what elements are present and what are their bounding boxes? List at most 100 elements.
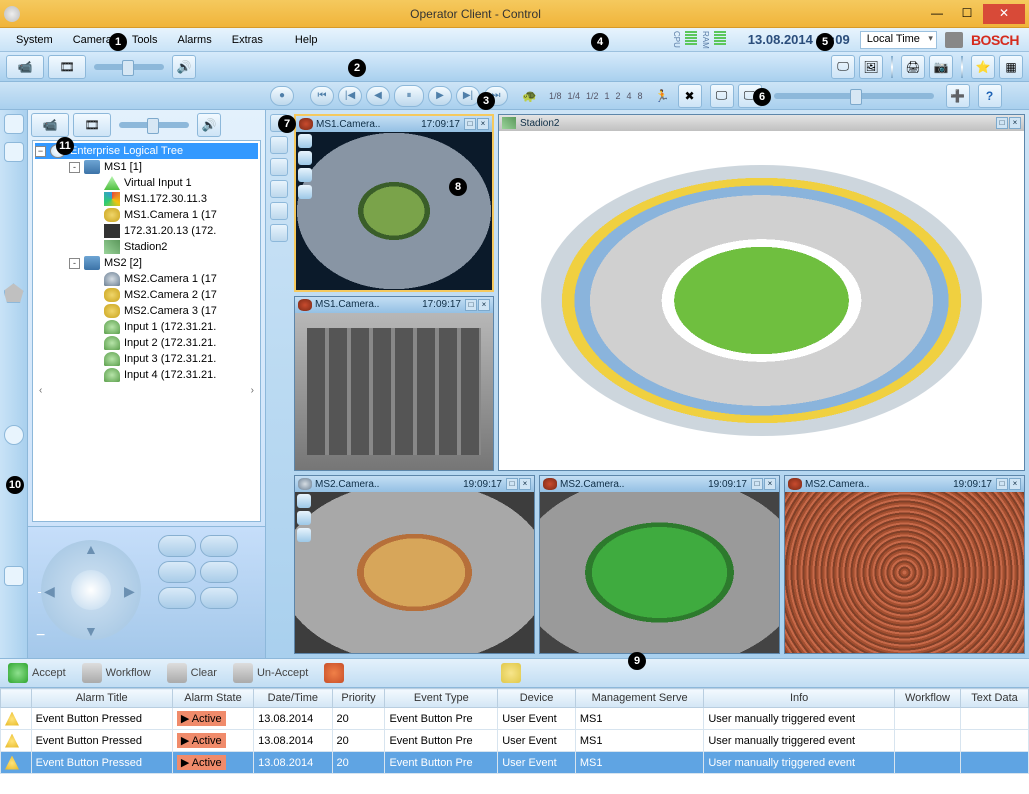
volume-slider[interactable] — [94, 64, 164, 70]
cam-side-3[interactable] — [270, 158, 288, 176]
rail-box-icon[interactable] — [4, 142, 24, 162]
camera-pane-5[interactable]: MS2.Camera..19:09:17□× — [539, 475, 780, 654]
ptz-dial[interactable]: ＋ ▲ ▼ ◀ ▶ − — [36, 535, 146, 645]
column-header[interactable]: Alarm Title — [31, 689, 172, 708]
alarm-row[interactable]: Event Button Pressed▶ Active13.08.201420… — [1, 752, 1029, 774]
cam-side-2[interactable] — [270, 136, 288, 154]
logical-tree[interactable]: − Enterprise Logical Tree -MS1 [1]Virtua… — [32, 140, 261, 522]
cam3-max[interactable]: □ — [465, 299, 477, 311]
play-button[interactable]: ▶ — [428, 86, 452, 106]
rail-orb-icon[interactable] — [4, 114, 24, 134]
rail-grid-icon[interactable] — [4, 566, 24, 586]
playback-mode-button[interactable]: 🎞 — [48, 55, 86, 79]
tree-item[interactable]: MS2.Camera 1 (17 — [35, 271, 258, 287]
menu-tools[interactable]: Tools — [122, 31, 168, 49]
alarm-document-button[interactable] — [324, 663, 344, 683]
column-header[interactable]: Alarm State — [172, 689, 253, 708]
rewind-button[interactable]: ◀ — [366, 86, 390, 106]
ptz-focus-near[interactable] — [158, 535, 196, 557]
rail-star-icon[interactable] — [4, 283, 24, 303]
ptz-aux[interactable] — [200, 587, 238, 609]
zoom-slider[interactable] — [774, 93, 934, 99]
menu-extras[interactable]: Extras — [222, 31, 273, 49]
cam3-close[interactable]: × — [478, 299, 490, 311]
live-mode-button[interactable]: 📹 — [6, 55, 44, 79]
ptz-preset[interactable] — [158, 587, 196, 609]
delete-button[interactable]: ✖ — [678, 84, 702, 108]
record-button[interactable]: ● — [270, 86, 294, 106]
cam1-max[interactable]: □ — [464, 118, 476, 130]
layout-button[interactable]: ▦ — [999, 55, 1023, 79]
rail-compass-icon[interactable] — [4, 425, 24, 445]
tree-camera-button[interactable]: 📹 — [31, 113, 69, 137]
collapse-icon[interactable]: − — [35, 146, 46, 157]
alarm-unaccept-button[interactable]: Un-Accept — [233, 663, 308, 683]
tree-item[interactable]: Input 4 (172.31.21. — [35, 367, 258, 383]
ptz-zoom-out-icon[interactable]: − — [36, 627, 45, 645]
ptz-iris-close[interactable] — [200, 561, 238, 583]
print-icon[interactable] — [945, 32, 963, 48]
snapshot-button[interactable]: 📷 — [929, 55, 953, 79]
timezone-select[interactable]: Local Time — [860, 31, 937, 49]
column-header[interactable]: Priority — [332, 689, 385, 708]
camera-pane-6[interactable]: MS2.Camera..19:09:17□× — [784, 475, 1025, 654]
cam-side-5[interactable] — [270, 202, 288, 220]
minimize-button[interactable]: — — [923, 4, 951, 24]
column-header[interactable]: Management Serve — [575, 689, 703, 708]
add-layout-button[interactable]: ➕ — [946, 84, 970, 108]
cam6-close[interactable]: × — [1009, 478, 1021, 490]
alarm-row[interactable]: Event Button Pressed▶ Active13.08.201420… — [1, 708, 1029, 730]
cam4-max[interactable]: □ — [506, 478, 518, 490]
column-header[interactable]: Info — [704, 689, 895, 708]
cam5-max[interactable]: □ — [751, 478, 763, 490]
menu-alarms[interactable]: Alarms — [168, 31, 222, 49]
expand-icon[interactable]: - — [69, 258, 80, 269]
monitor1-button[interactable]: 🖵 — [710, 84, 734, 108]
tree-item[interactable]: MS2.Camera 2 (17 — [35, 287, 258, 303]
expand-icon[interactable]: - — [69, 162, 80, 173]
ptz-iris-open[interactable] — [158, 561, 196, 583]
step-back-button[interactable]: |◀ — [338, 86, 362, 106]
tree-item[interactable]: 172.31.20.13 (172. — [35, 223, 258, 239]
print-button[interactable]: 🖨 — [901, 55, 925, 79]
cam-side-6[interactable] — [270, 224, 288, 242]
tree-item[interactable]: Stadion2 — [35, 239, 258, 255]
tree-item[interactable]: Input 1 (172.31.21. — [35, 319, 258, 335]
close-button[interactable]: ✕ — [983, 4, 1025, 24]
favorites-button[interactable]: ⭐ — [971, 55, 995, 79]
tree-item[interactable]: MS2.Camera 3 (17 — [35, 303, 258, 319]
tree-item[interactable]: -MS2 [2] — [35, 255, 258, 271]
alarm-row[interactable]: Event Button Pressed▶ Active13.08.201420… — [1, 730, 1029, 752]
reference-image-button[interactable]: 🖼 — [859, 55, 883, 79]
ptz-up-icon[interactable]: ▲ — [84, 541, 98, 555]
cam1-close[interactable]: × — [477, 118, 489, 130]
cam5-close[interactable]: × — [764, 478, 776, 490]
skip-back-button[interactable]: ⏮ — [310, 86, 334, 106]
ptz-focus-far[interactable] — [200, 535, 238, 557]
tree-speaker-button[interactable]: 🔊 — [197, 113, 221, 137]
tree-item[interactable]: Input 2 (172.31.21. — [35, 335, 258, 351]
ptz-left-icon[interactable]: ◀ — [44, 583, 58, 597]
camera-pane-4[interactable]: MS2.Camera..19:09:17□× — [294, 475, 535, 654]
alarm-clear-button[interactable]: Clear — [167, 663, 217, 683]
column-header[interactable]: Date/Time — [254, 689, 332, 708]
tree-item[interactable]: Input 3 (172.31.21. — [35, 351, 258, 367]
tree-item[interactable]: MS1.172.30.11.3 — [35, 191, 258, 207]
stadium-map[interactable] — [541, 165, 982, 436]
maximize-button[interactable]: ☐ — [953, 4, 981, 24]
tree-slider[interactable] — [119, 122, 189, 128]
alarm-accept-button[interactable]: Accept — [8, 663, 66, 683]
menu-help[interactable]: Help — [285, 31, 328, 49]
cam6-max[interactable]: □ — [996, 478, 1008, 490]
cam-side-4[interactable] — [270, 180, 288, 198]
camera-pane-1[interactable]: MS1.Camera..17:09:17□× — [294, 114, 494, 292]
alarm-bell-button[interactable] — [501, 663, 521, 683]
alarm-workflow-button[interactable]: Workflow — [82, 663, 151, 683]
instant-playback-button[interactable]: 🖵 — [831, 55, 855, 79]
tree-item[interactable]: Virtual Input 1 — [35, 175, 258, 191]
map-max[interactable]: □ — [996, 117, 1008, 129]
map-close[interactable]: × — [1009, 117, 1021, 129]
menu-system[interactable]: System — [6, 31, 63, 49]
column-header[interactable]: Device — [498, 689, 576, 708]
pause-button[interactable]: ⏸ — [394, 85, 424, 107]
